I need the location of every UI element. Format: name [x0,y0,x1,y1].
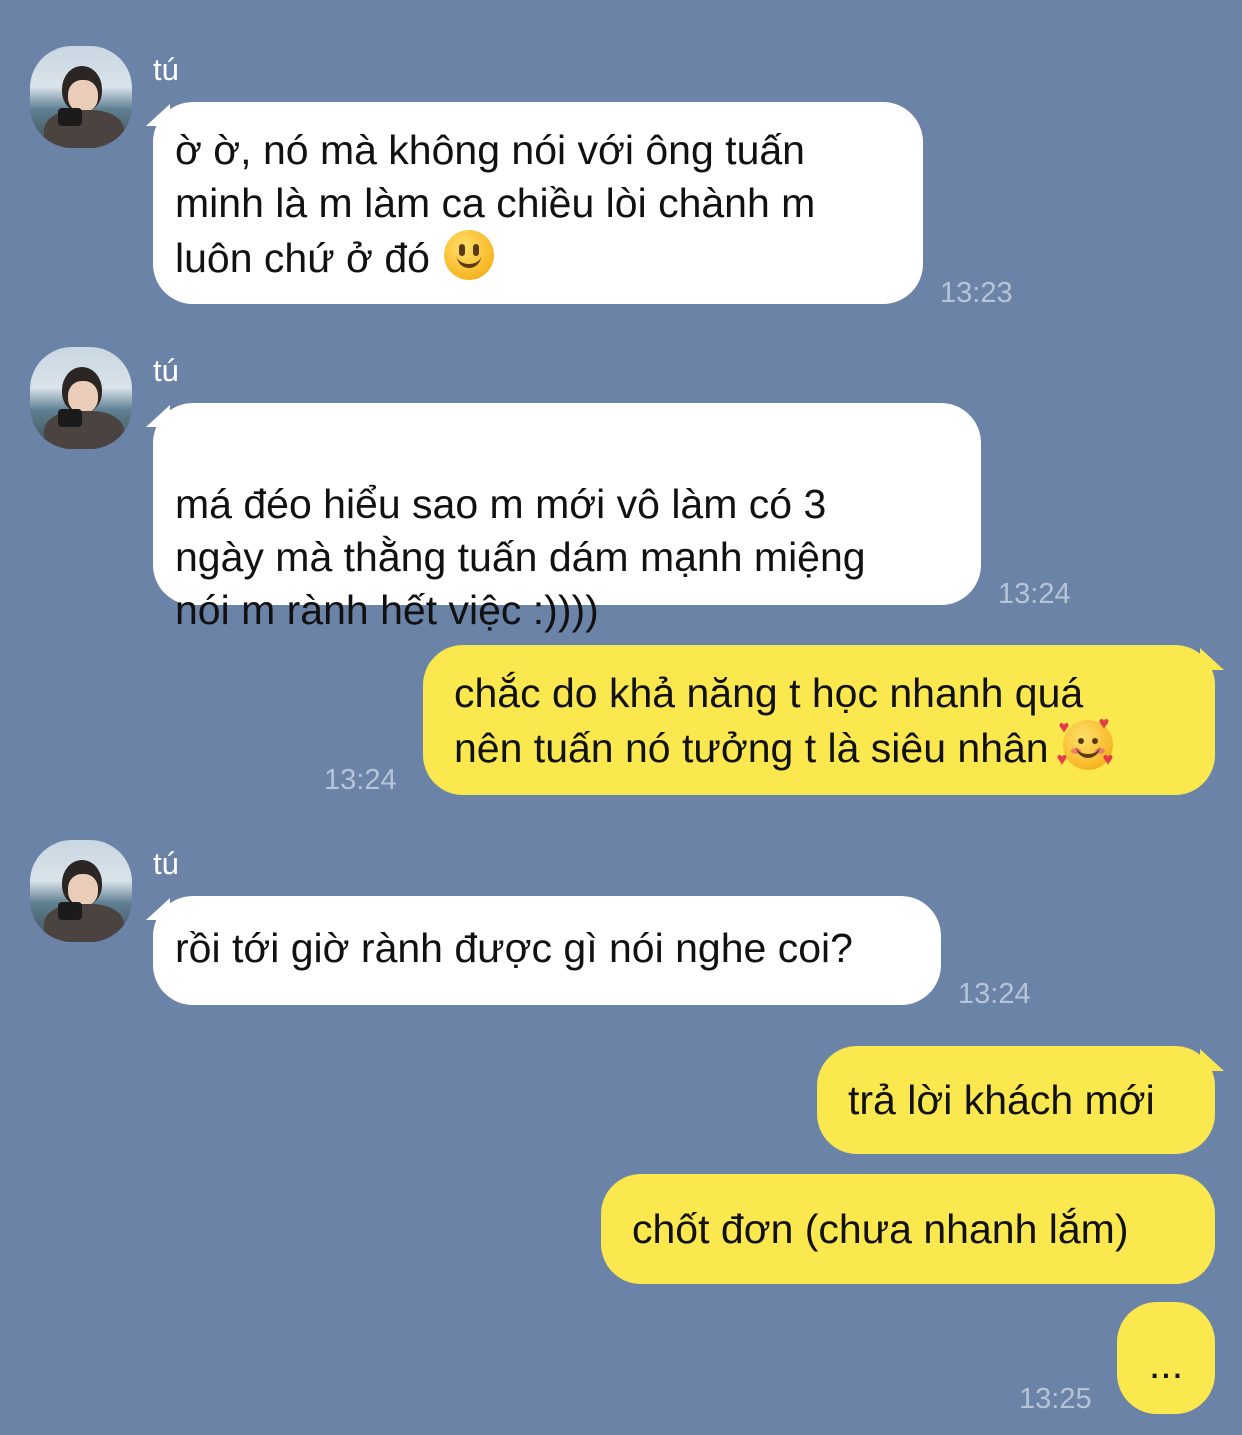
bubble-tail [1200,648,1224,670]
message-timestamp: 13:23 [940,277,1013,309]
sender-name: tú [153,846,179,881]
message-timestamp: 13:24 [998,578,1071,610]
smiling-face-with-hearts-icon: ♥ ♥ ♥ ♥ [1056,713,1114,770]
outgoing-message-bubble[interactable]: trả lời khách mới [817,1046,1215,1154]
slightly-smiling-face-icon [443,230,494,280]
sender-name: tú [153,52,179,87]
contact-avatar[interactable] [30,46,132,148]
incoming-message-bubble[interactable]: ờ ờ, nó mà không nói với ông tuấn minh l… [153,102,923,304]
outgoing-message-bubble[interactable]: chốt đơn (chưa nhanh lắm) [601,1174,1215,1284]
message-text: chốt đơn (chưa nhanh lắm) [632,1206,1129,1252]
message-text: ờ ờ, nó mà không nói với ông tuấn minh l… [175,127,816,281]
outgoing-message-bubble[interactable]: chắc do khả năng t học nhanh quá nên tuấ… [423,645,1215,795]
bubble-tail [1200,1049,1224,1071]
message-text: má đéo hiểu sao m mới vô làm có 3 ngày m… [175,481,866,633]
incoming-message-bubble[interactable]: rồi tới giờ rành được gì nói nghe coi? [153,896,941,1005]
incoming-message-bubble[interactable]: má đéo hiểu sao m mới vô làm có 3 ngày m… [153,403,981,633]
message-timestamp: 13:25 [1019,1383,1092,1415]
message-timestamp: 13:24 [958,978,1031,1010]
message-timestamp: 13:24 [324,764,397,796]
message-text: chắc do khả năng t học nhanh quá nên tuấ… [454,670,1084,771]
sender-name: tú [153,353,179,388]
contact-avatar[interactable] [30,840,132,942]
message-text: trả lời khách mới [848,1077,1155,1123]
outgoing-message-bubble[interactable]: ... [1117,1302,1215,1414]
message-text: ... [1148,1341,1184,1387]
contact-avatar[interactable] [30,347,132,449]
message-text: rồi tới giờ rành được gì nói nghe coi? [175,925,853,971]
